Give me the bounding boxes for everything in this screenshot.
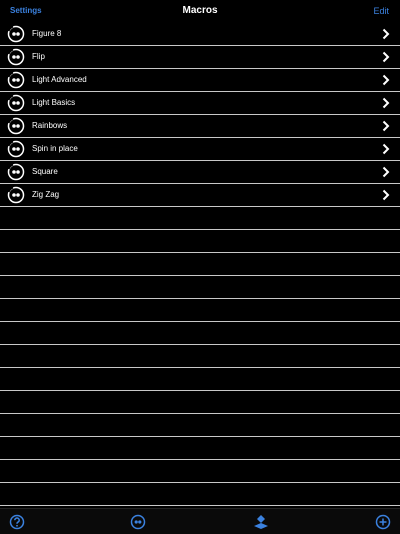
tab-bar <box>0 508 400 534</box>
empty-row <box>0 322 400 345</box>
chevron-right-icon <box>382 166 390 178</box>
empty-row <box>0 253 400 276</box>
list-item-label: Light Basics <box>32 98 76 107</box>
chevron-right-icon <box>382 120 390 132</box>
list-item-label: Flip <box>32 52 45 61</box>
macro-list: Figure 8 Flip Light Advanced Light Basic… <box>0 23 400 506</box>
list-item[interactable]: Light Advanced <box>0 69 400 92</box>
add-icon[interactable] <box>375 514 391 530</box>
list-item-label: Spin in place <box>32 144 78 153</box>
chevron-right-icon <box>382 143 390 155</box>
chevron-right-icon <box>382 74 390 86</box>
help-icon[interactable] <box>9 514 25 530</box>
chevron-right-icon <box>382 28 390 40</box>
list-item-label: Light Advanced <box>32 75 87 84</box>
sphero-icon <box>7 163 25 181</box>
empty-row <box>0 230 400 253</box>
sphero-icon <box>7 71 25 89</box>
list-item[interactable]: Rainbows <box>0 115 400 138</box>
list-item-label: Zig Zag <box>32 190 60 199</box>
empty-row <box>0 414 400 437</box>
chevron-right-icon <box>382 51 390 63</box>
list-item-label: Square <box>32 167 58 176</box>
sphero-icon <box>7 94 25 112</box>
chevron-right-icon <box>382 189 390 201</box>
empty-row <box>0 299 400 322</box>
empty-row <box>0 391 400 414</box>
list-item[interactable]: Light Basics <box>0 92 400 115</box>
sphero-icon <box>7 140 25 158</box>
edit-button[interactable]: Edit <box>373 6 389 16</box>
list-item[interactable]: Zig Zag <box>0 184 400 207</box>
empty-row <box>0 207 400 230</box>
navigation-bar: Settings Macros Edit <box>0 0 400 23</box>
list-item[interactable]: Square <box>0 161 400 184</box>
list-item[interactable]: Spin in place <box>0 138 400 161</box>
empty-row <box>0 345 400 368</box>
empty-row <box>0 483 400 506</box>
empty-row <box>0 368 400 391</box>
sphero-icon[interactable] <box>130 514 146 530</box>
chevron-right-icon <box>382 97 390 109</box>
sphero-icon <box>7 48 25 66</box>
drive-icon[interactable] <box>253 514 269 530</box>
sphero-icon <box>7 25 25 43</box>
empty-row <box>0 437 400 460</box>
list-item-label: Rainbows <box>32 121 68 130</box>
empty-row <box>0 460 400 483</box>
sphero-icon <box>7 117 25 135</box>
sphero-icon <box>7 186 25 204</box>
list-item[interactable]: Figure 8 <box>0 23 400 46</box>
page-title: Macros <box>182 5 218 16</box>
list-item[interactable]: Flip <box>0 46 400 69</box>
empty-row <box>0 276 400 299</box>
list-item-label: Figure 8 <box>32 29 62 38</box>
